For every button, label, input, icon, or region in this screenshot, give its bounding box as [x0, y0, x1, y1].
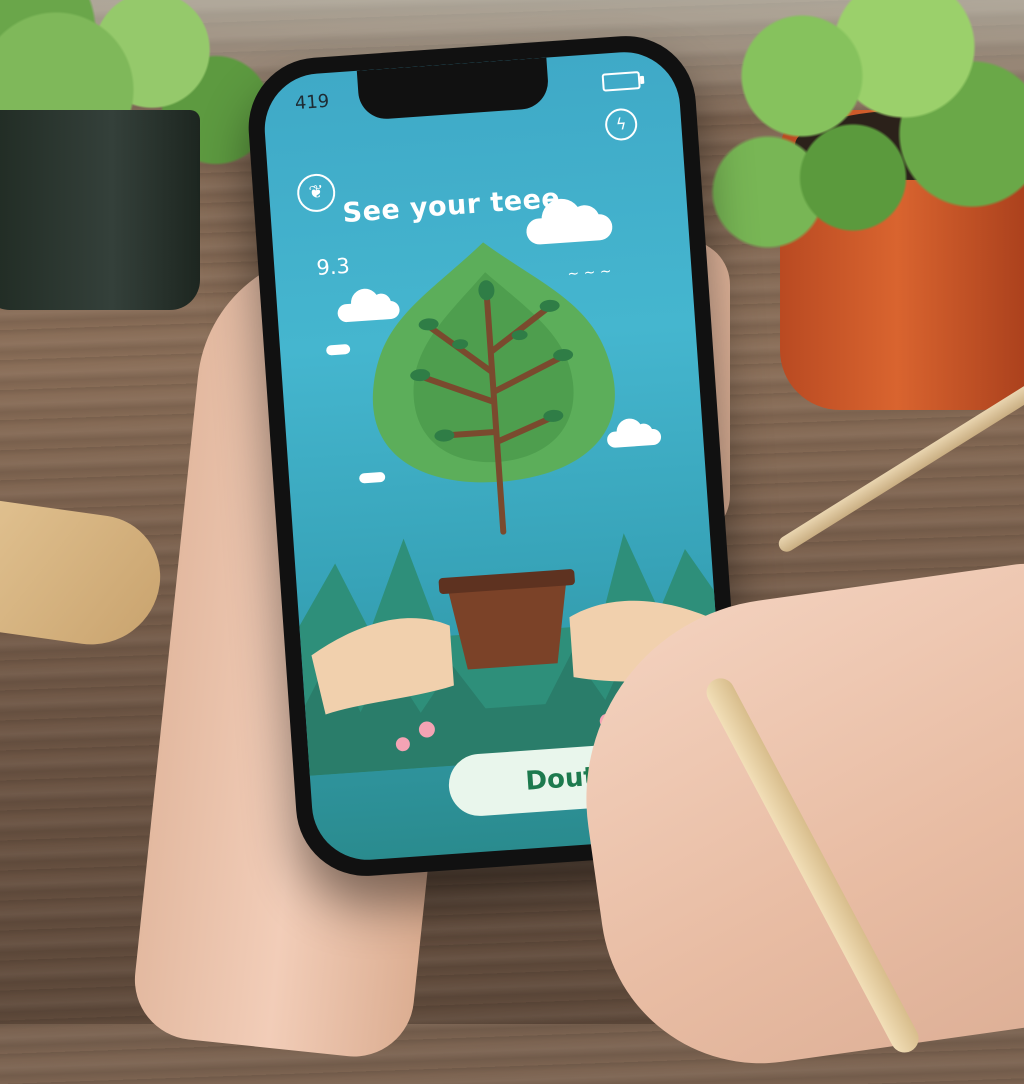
plant-foliage-right: [700, 0, 1024, 250]
status-time: 419: [294, 90, 330, 115]
battery-icon: [601, 71, 641, 92]
headline: See your teee: [341, 182, 562, 230]
bolt-icon[interactable]: ϟ: [604, 107, 639, 142]
plant-pot-left: [0, 110, 200, 310]
garden-scoop: [0, 496, 169, 654]
leaf-globe-icon[interactable]: ❦: [295, 172, 337, 214]
phone-notch: [356, 57, 550, 121]
